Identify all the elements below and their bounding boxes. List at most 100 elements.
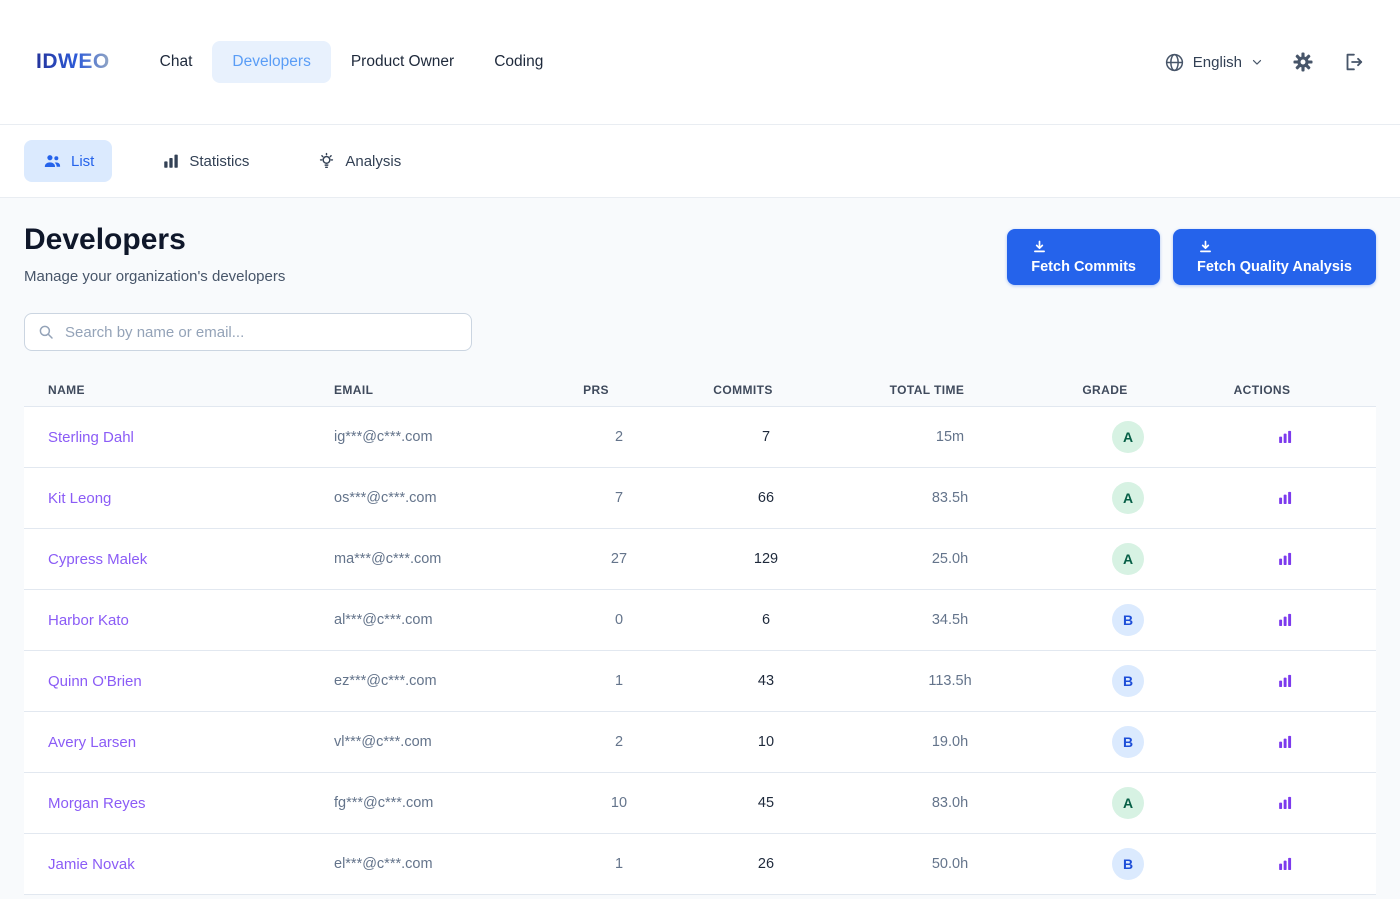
developer-name-link[interactable]: Harbor Kato — [48, 612, 129, 629]
grade-cell: A — [1062, 482, 1194, 514]
navbar-right: English — [1164, 51, 1364, 73]
developer-name-link[interactable]: Jamie Novak — [48, 856, 135, 873]
nav-item-developers[interactable]: Developers — [212, 41, 331, 83]
table-row: Avery Larsen vl***@c***.com 2 10 19.0h B — [24, 712, 1376, 773]
users-icon — [42, 151, 62, 171]
page-title: Developers — [24, 223, 186, 256]
fetch-quality-analysis-button[interactable]: Fetch Quality Analysis — [1173, 229, 1376, 285]
page-subtitle: Manage your organization's developers — [24, 268, 286, 285]
developer-email: el***@c***.com — [334, 856, 433, 872]
settings-button[interactable] — [1292, 51, 1314, 73]
developer-email: fg***@c***.com — [334, 795, 434, 811]
search-bar — [24, 313, 472, 351]
bar-chart-icon — [1279, 430, 1292, 443]
developer-email: ma***@c***.com — [334, 551, 442, 567]
stats-chart-button[interactable] — [1276, 489, 1294, 507]
tab-list-label: List — [71, 152, 95, 170]
stats-chart-button[interactable] — [1276, 611, 1294, 629]
nav-item-chat[interactable]: Chat — [140, 41, 213, 83]
column-header-commits: COMMITS — [713, 382, 773, 397]
grade-badge: A — [1112, 543, 1144, 575]
actions-cell — [1194, 428, 1376, 446]
developer-name-cell: Morgan Reyes — [24, 795, 334, 812]
stats-chart-button[interactable] — [1276, 794, 1294, 812]
fetch-commits-button[interactable]: Fetch Commits — [1007, 229, 1161, 285]
developer-name-cell: Sterling Dahl — [24, 429, 334, 446]
stats-chart-button[interactable] — [1276, 550, 1294, 568]
actions-cell — [1194, 550, 1376, 568]
table-row: Harbor Kato al***@c***.com 0 6 34.5h B — [24, 590, 1376, 651]
view-tabs: List Statistics Analysis — [0, 125, 1400, 198]
main-content: Developers Manage your organization's de… — [0, 198, 1400, 899]
developer-total-time: 113.5h — [928, 673, 972, 689]
tab-analysis[interactable]: Analysis — [299, 141, 419, 182]
developer-email: ez***@c***.com — [334, 673, 437, 689]
main-nav: Chat Developers Product Owner Coding — [140, 41, 564, 83]
column-header-email: EMAIL — [334, 382, 374, 397]
actions-cell — [1194, 794, 1376, 812]
developer-name-cell: Avery Larsen — [24, 734, 334, 751]
header-actions: Fetch Commits Fetch Quality Analysis — [1007, 229, 1376, 285]
grade-badge: A — [1112, 421, 1144, 453]
column-header-name: NAME — [48, 382, 85, 397]
developer-commits: 66 — [757, 490, 775, 506]
table-body: Sterling Dahl ig***@c***.com 2 7 15m A Kit Leo… — [24, 406, 1376, 895]
column-header-grade: GRADE — [1082, 382, 1128, 397]
search-input[interactable] — [24, 313, 472, 351]
bar-chart-icon — [1279, 613, 1292, 626]
developer-name-link[interactable]: Cypress Malek — [48, 551, 147, 568]
lightbulb-icon — [317, 152, 336, 171]
grade-cell: B — [1062, 726, 1194, 758]
nav-item-coding[interactable]: Coding — [474, 41, 563, 83]
developer-name-cell: Harbor Kato — [24, 612, 334, 629]
developer-total-time: 15m — [935, 429, 965, 445]
bar-chart-icon — [1279, 796, 1292, 809]
table-row: Kit Leong os***@c***.com 7 66 83.5h A — [24, 468, 1376, 529]
developer-prs: 10 — [610, 795, 628, 811]
developer-email: vl***@c***.com — [334, 734, 432, 750]
stats-chart-button[interactable] — [1276, 733, 1294, 751]
developer-name-cell: Quinn O'Brien — [24, 673, 334, 690]
developer-name-link[interactable]: Sterling Dahl — [48, 429, 134, 446]
grade-cell: B — [1062, 848, 1194, 880]
developer-name-link[interactable]: Kit Leong — [48, 490, 111, 507]
table-row: Sterling Dahl ig***@c***.com 2 7 15m A — [24, 407, 1376, 468]
stats-chart-button[interactable] — [1276, 672, 1294, 690]
developer-name-link[interactable]: Quinn O'Brien — [48, 673, 142, 690]
developer-commits: 26 — [757, 856, 775, 872]
developer-prs: 7 — [614, 490, 624, 506]
grade-badge: A — [1112, 482, 1144, 514]
logout-button[interactable] — [1342, 51, 1364, 73]
actions-cell — [1194, 855, 1376, 873]
developer-email: os***@c***.com — [334, 490, 437, 506]
developer-email: al***@c***.com — [334, 612, 433, 628]
developer-commits: 45 — [757, 795, 775, 811]
actions-cell — [1194, 611, 1376, 629]
column-header-actions: ACTIONS — [1233, 382, 1291, 397]
developer-commits: 7 — [761, 429, 771, 445]
table-row: Jamie Novak el***@c***.com 1 26 50.0h B — [24, 834, 1376, 895]
developer-name-link[interactable]: Morgan Reyes — [48, 795, 146, 812]
stats-chart-button[interactable] — [1276, 428, 1294, 446]
grade-badge: B — [1112, 665, 1144, 697]
bar-chart-icon — [1279, 491, 1292, 504]
tab-list[interactable]: List — [24, 140, 113, 182]
developer-prs: 2 — [614, 429, 624, 445]
column-header-total-time: TOTAL TIME — [889, 382, 965, 397]
developer-prs: 27 — [610, 551, 628, 567]
tab-analysis-label: Analysis — [345, 152, 402, 170]
nav-item-product-owner[interactable]: Product Owner — [331, 41, 474, 83]
bar-chart-icon — [162, 152, 180, 170]
developer-commits: 43 — [757, 673, 775, 689]
developer-commits: 10 — [757, 734, 775, 750]
developer-commits: 6 — [761, 612, 771, 628]
language-selector[interactable]: English — [1164, 52, 1264, 73]
developer-total-time: 34.5h — [931, 612, 969, 628]
developer-name-link[interactable]: Avery Larsen — [48, 734, 136, 751]
top-navbar: IDWEO Chat Developers Product Owner Codi… — [0, 0, 1400, 125]
grade-cell: B — [1062, 604, 1194, 636]
brand-logo[interactable]: IDWEO — [36, 50, 110, 74]
developer-email: ig***@c***.com — [334, 429, 433, 445]
tab-statistics[interactable]: Statistics — [144, 141, 267, 181]
stats-chart-button[interactable] — [1276, 855, 1294, 873]
